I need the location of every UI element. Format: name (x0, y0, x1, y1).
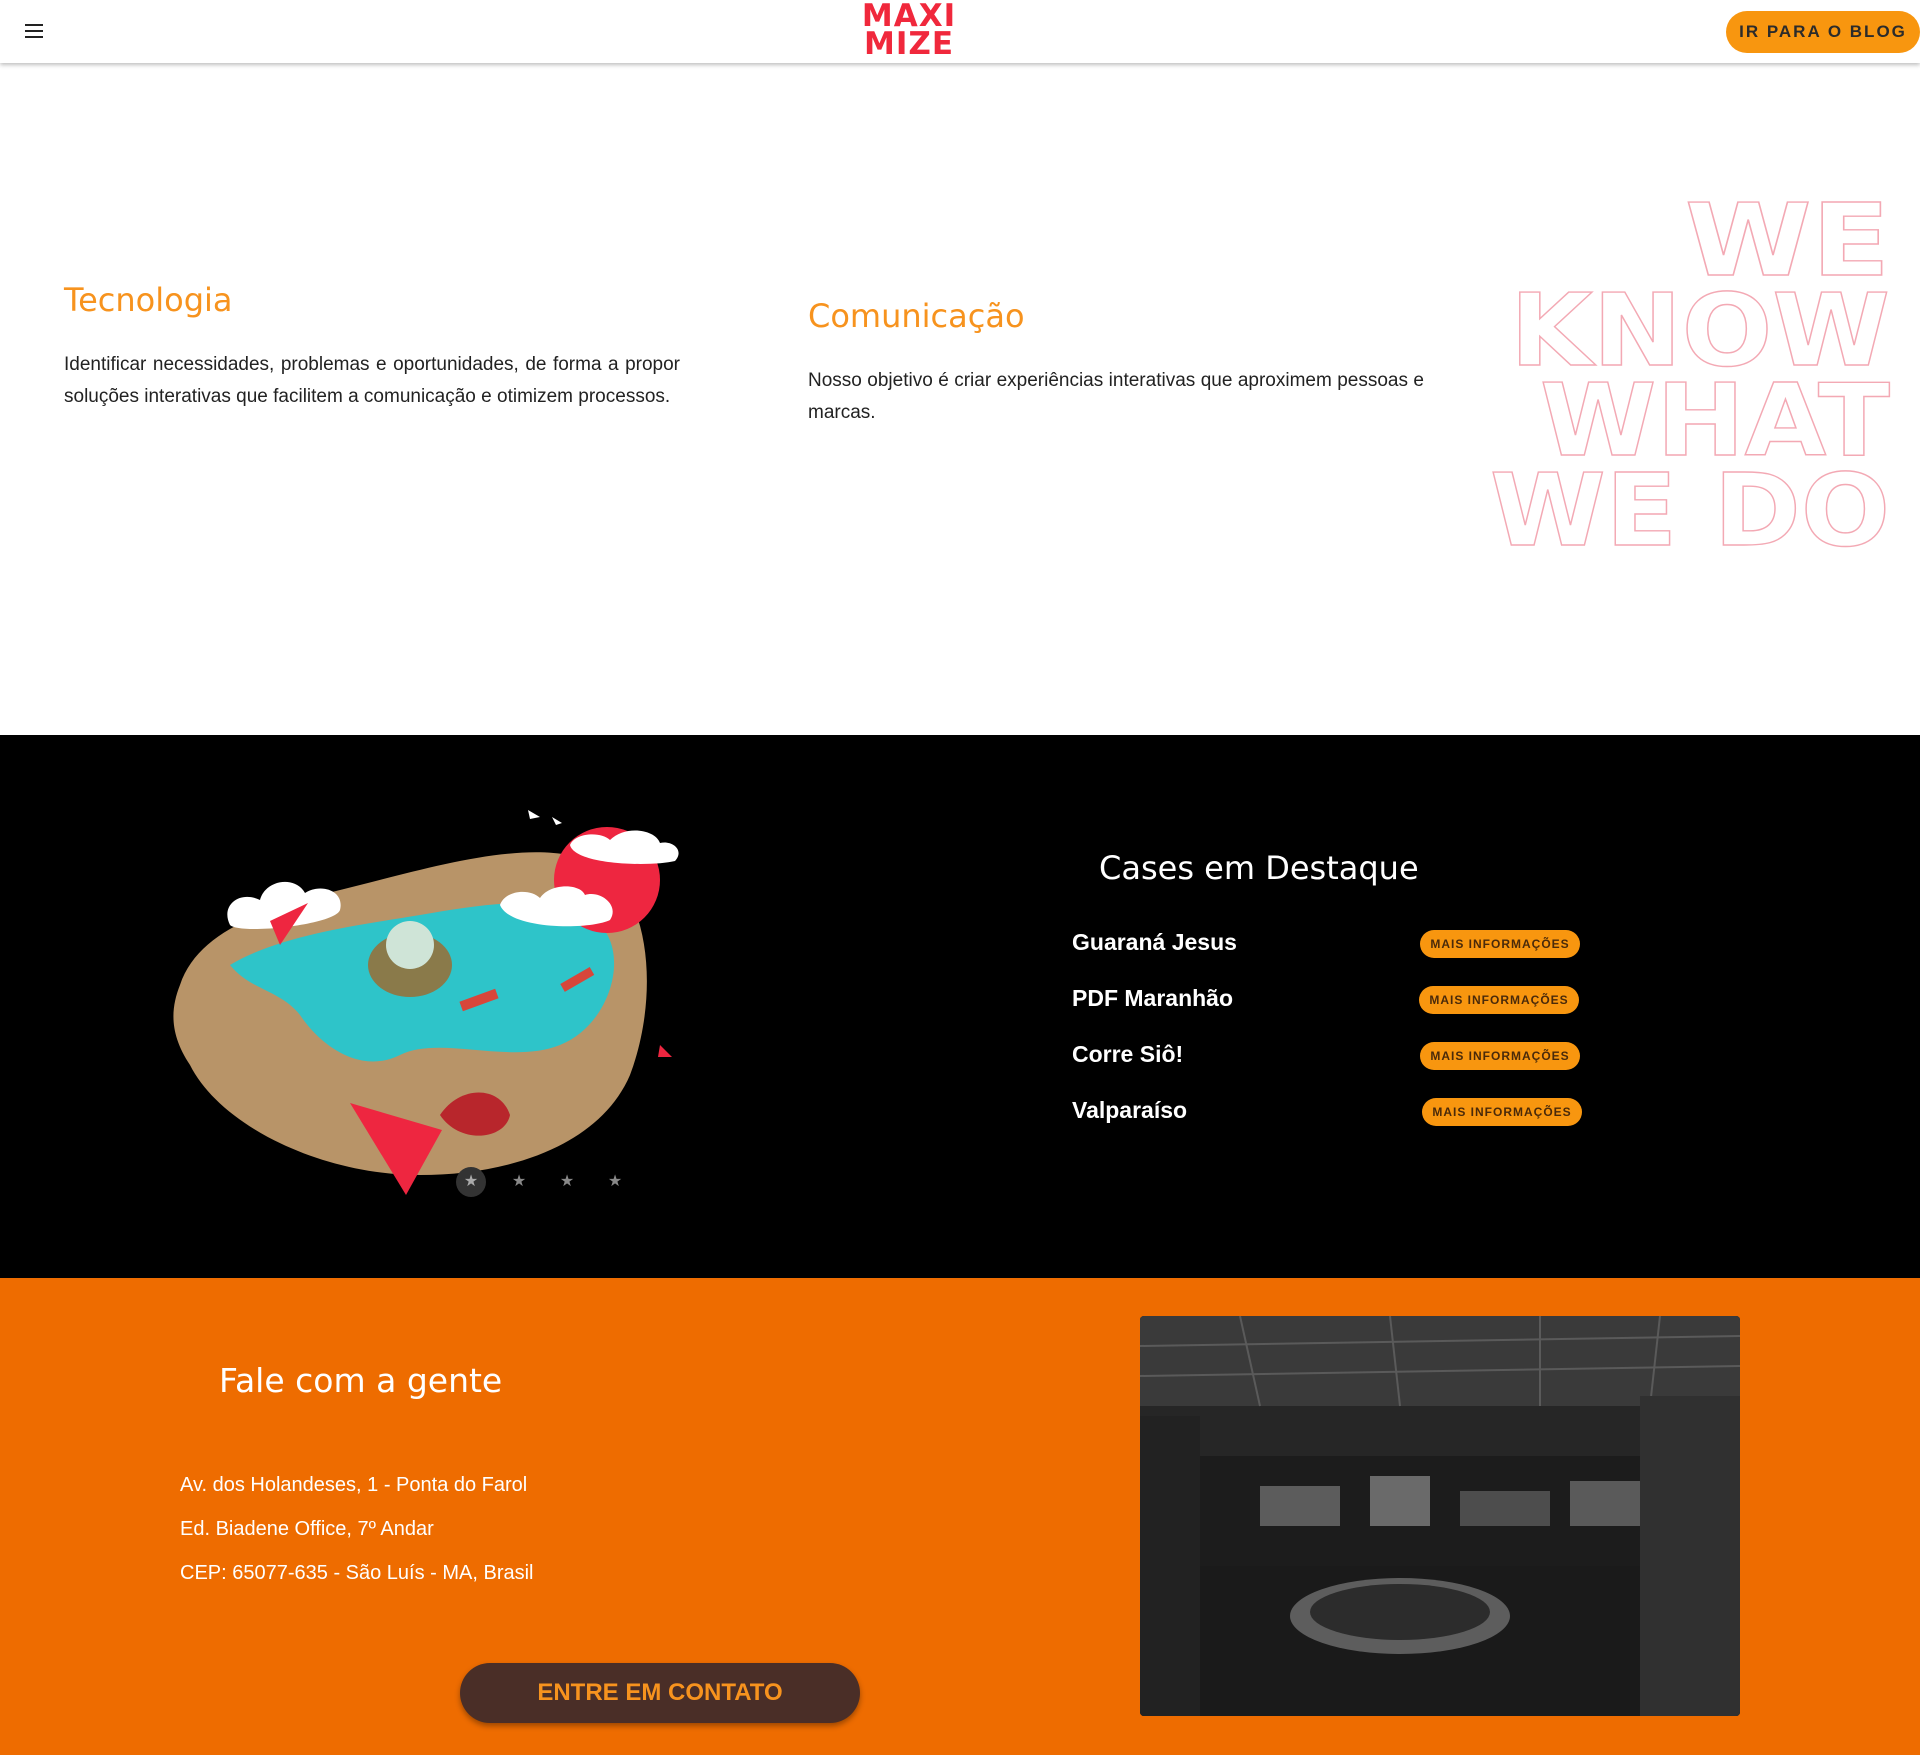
office-photo (1140, 1316, 1740, 1716)
tecnologia-title: Tecnologia (64, 281, 233, 319)
hamburger-menu-icon[interactable] (22, 19, 46, 43)
case-more-info-button[interactable]: MAIS INFORMAÇÕES (1422, 1098, 1582, 1126)
case-item: PDF Maranhão MAIS INFORMAÇÕES (1072, 981, 1582, 1021)
case-more-info-button[interactable]: MAIS INFORMAÇÕES (1419, 986, 1579, 1014)
carousel-dot-2-star-icon[interactable]: ★ (504, 1167, 534, 1197)
cases-section: ★ ★ ★ ★ Cases em Destaque Guaraná Jesus … (0, 735, 1920, 1278)
address-line-3: CEP: 65077-635 - São Luís - MA, Brasil (180, 1562, 534, 1584)
contact-title: Fale com a gente (219, 1361, 503, 1400)
carousel-dot-3-star-icon[interactable]: ★ (552, 1167, 582, 1197)
case-name: Valparaíso (1072, 1097, 1188, 1123)
site-header: MAXI MIZE IR PARA O BLOG (0, 0, 1920, 63)
case-item: Guaraná Jesus MAIS INFORMAÇÕES (1072, 925, 1582, 965)
case-more-info-button[interactable]: MAIS INFORMAÇÕES (1420, 930, 1580, 958)
comunicacao-title: Comunicação (808, 297, 1025, 335)
address-line-1: Av. dos Holandeses, 1 - Ponta do Farol (180, 1474, 528, 1496)
logo-line-2: MIZE (863, 26, 955, 62)
contact-button[interactable]: ENTRE EM CONTATO (460, 1663, 860, 1723)
case-name: PDF Maranhão (1072, 985, 1234, 1011)
contact-section: Fale com a gente Av. dos Holandeses, 1 -… (0, 1278, 1920, 1755)
cases-title: Cases em Destaque (1099, 849, 1419, 887)
case-item: Corre Siô! MAIS INFORMAÇÕES (1072, 1037, 1582, 1077)
intro-section: Tecnologia Identificar necessidades, pro… (0, 63, 1920, 735)
comunicacao-text: Nosso objetivo é criar experiências inte… (808, 370, 1424, 423)
carousel-dot-4-star-icon[interactable]: ★ (600, 1167, 630, 1197)
case-more-info-button[interactable]: MAIS INFORMAÇÕES (1420, 1042, 1580, 1070)
carousel-dots: ★ ★ ★ ★ (456, 1167, 636, 1197)
blog-button[interactable]: IR PARA O BLOG (1726, 11, 1920, 53)
case-name: Guaraná Jesus (1072, 929, 1237, 955)
tecnologia-text: Identificar necessidades, problemas e op… (64, 354, 680, 407)
slogan-line-4: WE DO (1490, 452, 1890, 563)
maximize-logo[interactable]: MAXI MIZE (847, 1, 971, 62)
address-line-2: Ed. Biadene Office, 7º Andar (180, 1518, 434, 1540)
case-featured-image (173, 810, 679, 1195)
case-item: Valparaíso MAIS INFORMAÇÕES (1072, 1093, 1582, 1133)
carousel-dot-1-star-icon[interactable]: ★ (456, 1167, 486, 1197)
case-name: Corre Siô! (1072, 1041, 1184, 1067)
we-know-what-we-do-graphic: WE KNOW WHAT WE DO (1489, 183, 1890, 563)
